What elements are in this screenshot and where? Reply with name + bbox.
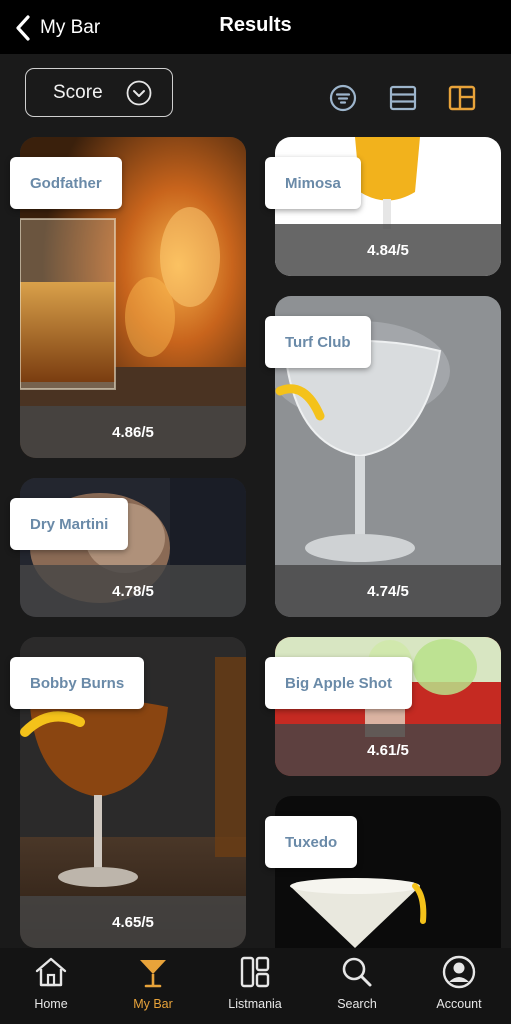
- tab-account[interactable]: Account: [408, 948, 510, 1024]
- rating-big-apple-shot: 4.61/5: [275, 724, 501, 776]
- sort-dropdown[interactable]: Score: [25, 68, 173, 117]
- chevron-down-icon: [126, 80, 152, 106]
- card-label-turf-club: Turf Club: [265, 316, 371, 368]
- tab-label-home: Home: [34, 997, 68, 1011]
- rating-godfather: 4.86/5: [20, 406, 246, 458]
- grid-view-icon[interactable]: [448, 84, 476, 112]
- tab-listmania[interactable]: Listmania: [204, 948, 306, 1024]
- listmania-icon: [240, 956, 270, 988]
- home-icon: [35, 957, 67, 987]
- card-label-big-apple-shot: Big Apple Shot: [265, 657, 412, 709]
- card-label-bobby-burns: Bobby Burns: [10, 657, 145, 709]
- tab-label-my-bar: My Bar: [133, 997, 173, 1011]
- rating-dry-martini: 4.78/5: [20, 565, 246, 617]
- tab-label-account: Account: [436, 997, 482, 1011]
- rating-turf-club: 4.74/5: [275, 565, 501, 617]
- tab-home[interactable]: Home: [0, 948, 102, 1024]
- search-icon: [342, 957, 372, 987]
- filter-icon[interactable]: [329, 84, 357, 112]
- tab-label-search: Search: [337, 997, 377, 1011]
- sort-selected-label: Score: [53, 81, 103, 103]
- cocktail-glass-icon: [140, 960, 166, 988]
- list-view-icon[interactable]: [389, 84, 417, 112]
- page-title: Results: [219, 14, 292, 36]
- card-label-dry-martini: Dry Martini: [10, 498, 129, 550]
- card-label-godfather: Godfather: [10, 157, 122, 209]
- tab-my-bar[interactable]: My Bar: [102, 948, 204, 1024]
- rating-mimosa: 4.84/5: [275, 224, 501, 276]
- tab-label-listmania: Listmania: [228, 997, 282, 1011]
- card-label-mimosa: Mimosa: [265, 157, 361, 209]
- bottom-tab-bar: Home My Bar Listmania Search Account: [0, 948, 511, 1024]
- account-icon: [442, 955, 476, 989]
- top-bar: My Bar Results: [0, 0, 511, 54]
- rating-bobby-burns: 4.65/5: [20, 896, 246, 948]
- tab-search[interactable]: Search: [306, 948, 408, 1024]
- card-label-tuxedo: Tuxedo: [265, 816, 358, 868]
